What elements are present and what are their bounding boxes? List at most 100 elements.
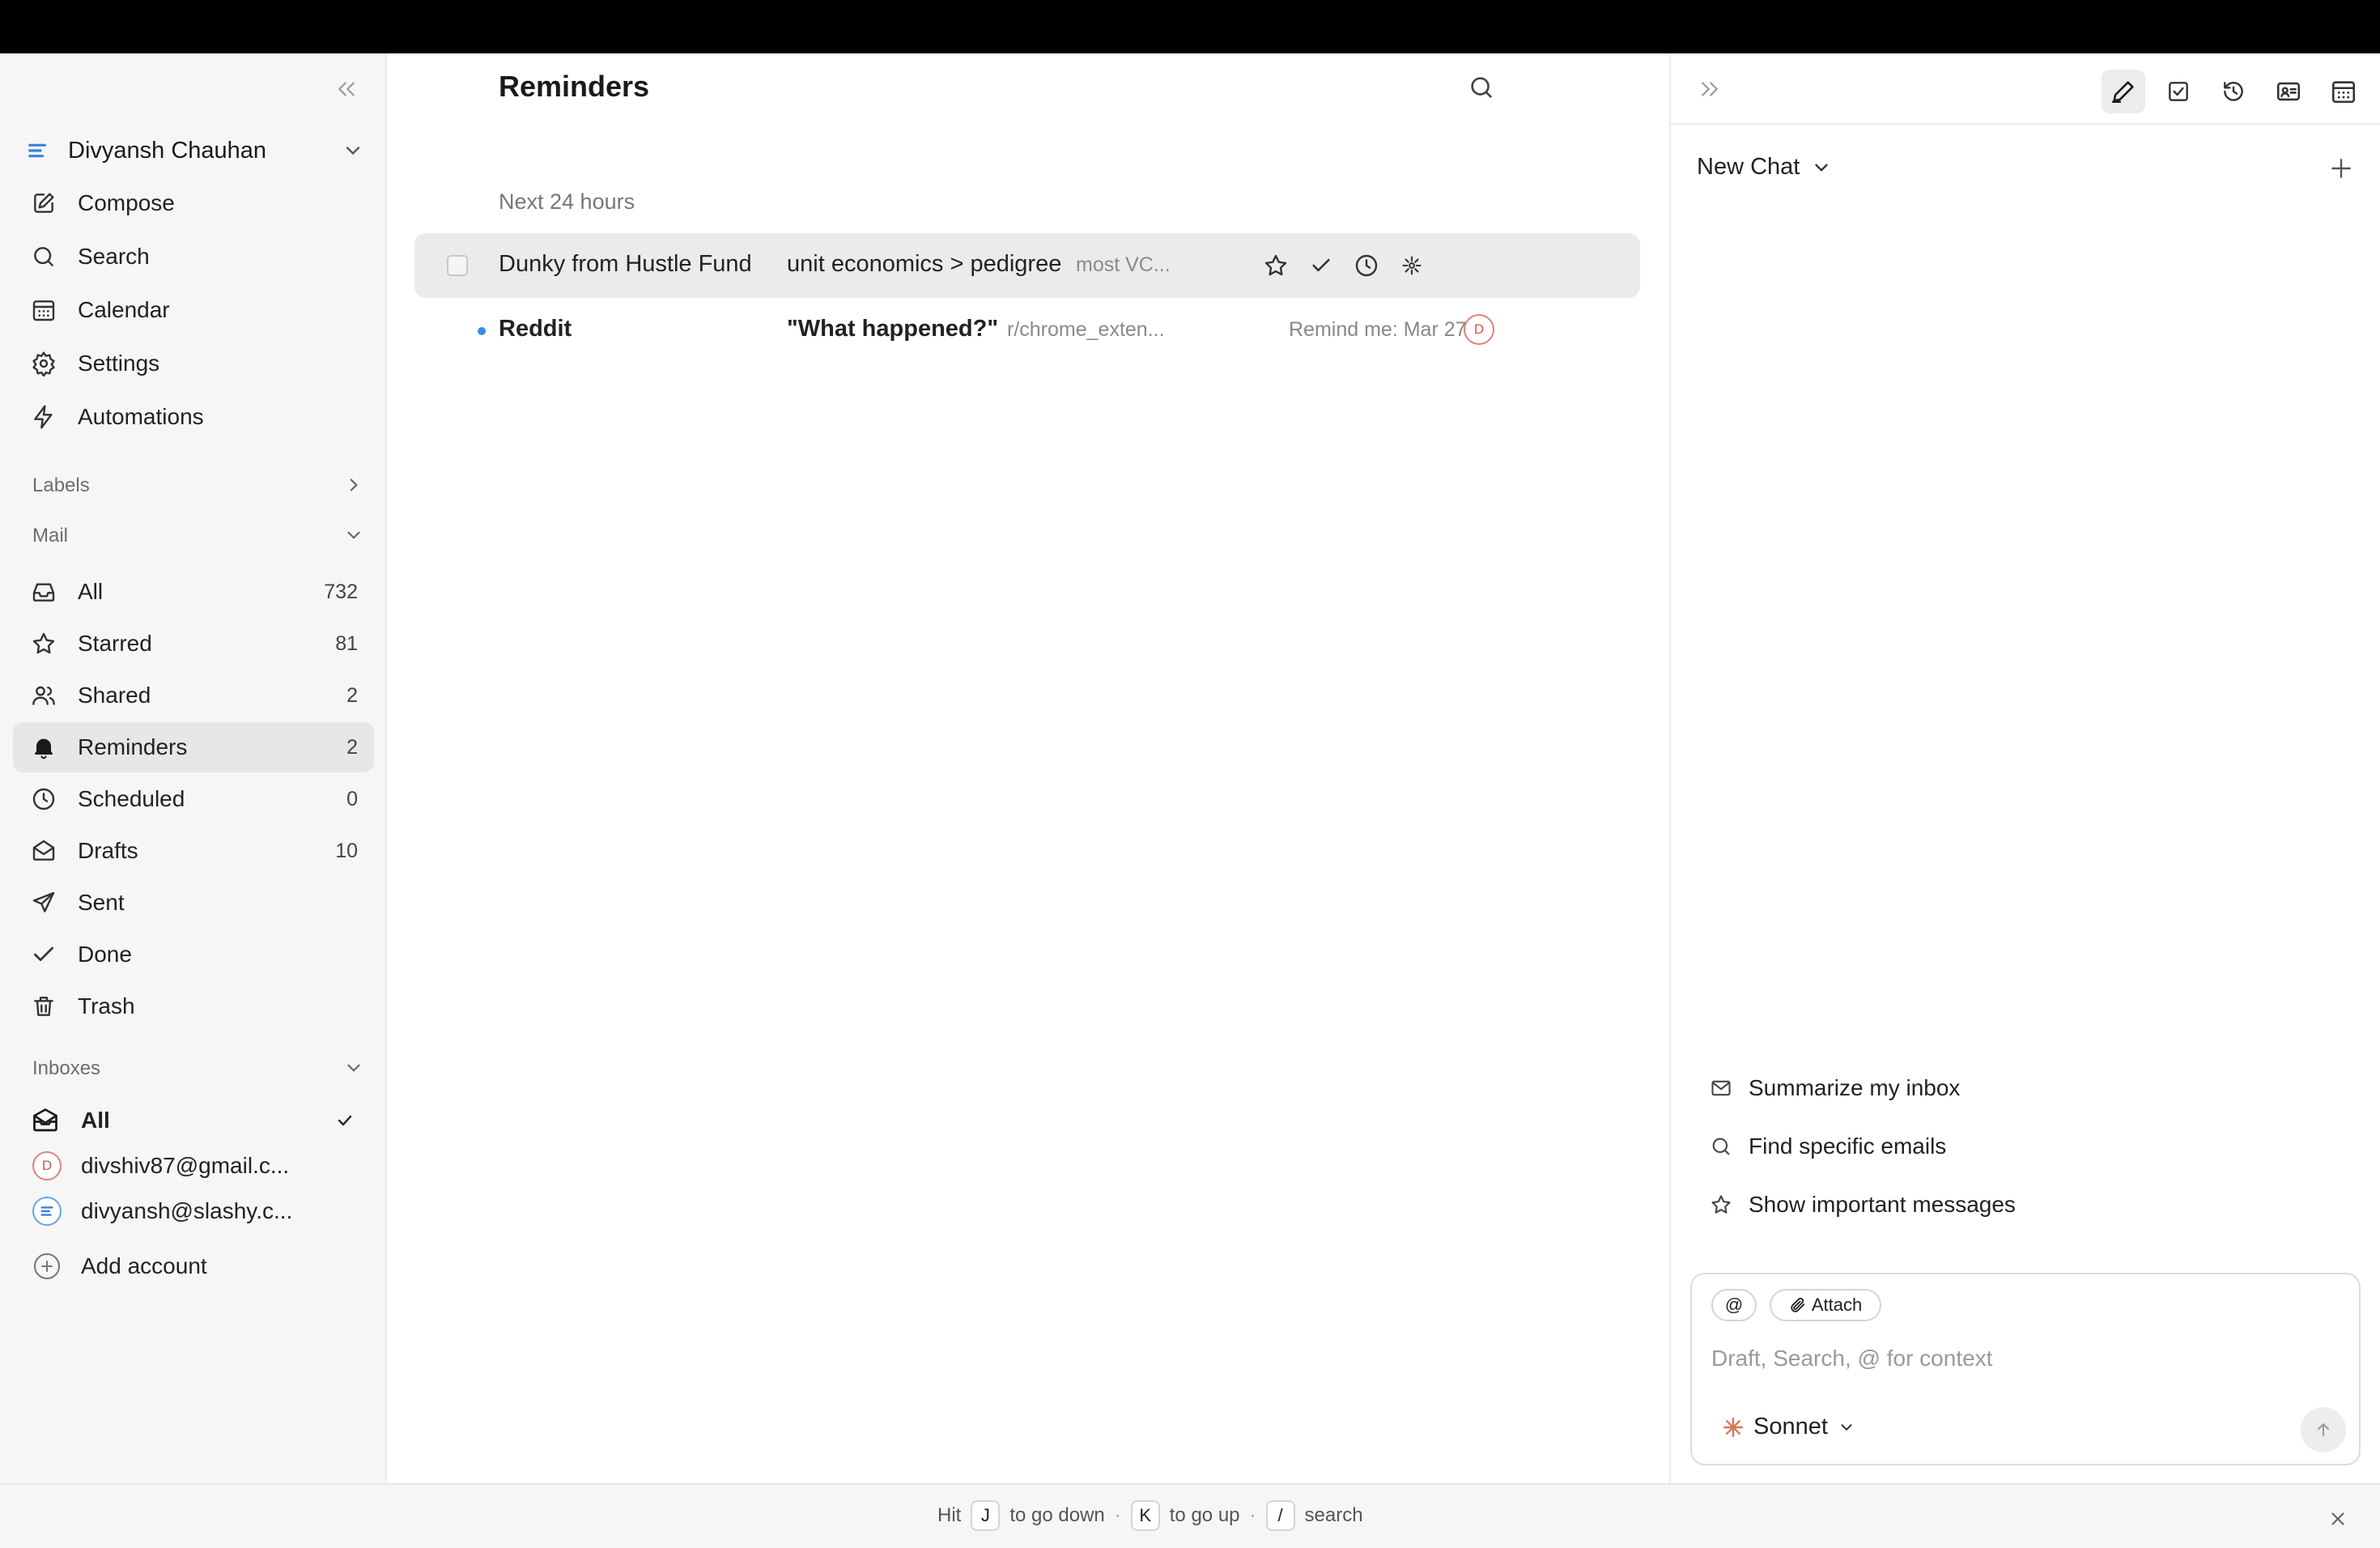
- nav-settings[interactable]: Settings: [13, 338, 374, 389]
- account-avatar: D: [32, 1151, 62, 1180]
- model-selector[interactable]: Sonnet: [1723, 1414, 1855, 1440]
- top-bar: [0, 0, 2380, 53]
- double-chevron-right-icon: [1702, 82, 1718, 96]
- mail-count: 732: [324, 580, 358, 603]
- tab-compose-ai[interactable]: [2102, 70, 2145, 113]
- group-header: Next 24 hours: [499, 189, 635, 214]
- nav-calendar[interactable]: Calendar: [13, 285, 374, 335]
- double-chevron-left-icon: [338, 82, 355, 96]
- inbox-gmail[interactable]: D divshiv87@gmail.c...: [13, 1143, 374, 1189]
- account-avatar: D: [1464, 314, 1494, 345]
- key-slash: /: [1265, 1500, 1295, 1531]
- hint-text: to go up: [1169, 1504, 1240, 1526]
- email-row[interactable]: Dunky from Hustle Fund unit economics > …: [414, 233, 1640, 298]
- compose-icon: [34, 193, 54, 213]
- nav-label: Settings: [78, 351, 160, 376]
- add-account-button[interactable]: Add account: [13, 1244, 374, 1289]
- clock-icon: [1355, 254, 1378, 277]
- tab-calendar[interactable]: [2322, 70, 2365, 113]
- select-checkbox[interactable]: [447, 255, 468, 276]
- mail-label: Shared: [78, 683, 151, 708]
- labels-section-header[interactable]: Labels: [32, 470, 364, 502]
- shortcut-hint-bar: Hit J to go down · K to go up · / search: [0, 1483, 2380, 1548]
- suggestion-find[interactable]: Find specific emails: [1710, 1127, 1946, 1166]
- separator: ·: [1249, 1504, 1256, 1526]
- slashy-logo-icon: [40, 1206, 53, 1216]
- clock-icon: [32, 788, 55, 810]
- sidebar: Divyansh Chauhan Compose Search Calendar…: [0, 53, 387, 1483]
- email-row[interactable]: Reddit "What happened?" r/chrome_exten..…: [414, 298, 1640, 363]
- nav-search[interactable]: Search: [13, 232, 374, 282]
- star-button[interactable]: [1260, 249, 1292, 282]
- key-j: J: [971, 1500, 1001, 1531]
- mail-label: Done: [78, 942, 132, 967]
- collapse-sidebar-button[interactable]: [330, 73, 363, 105]
- nav-automations[interactable]: Automations: [13, 392, 374, 442]
- nav-label: Search: [78, 244, 150, 269]
- mail-label: Reminders: [78, 734, 188, 759]
- ai-summarize-button[interactable]: [1396, 249, 1428, 282]
- suggestion-important[interactable]: Show important messages: [1710, 1185, 2016, 1224]
- mail-drafts[interactable]: Drafts 10: [13, 826, 374, 876]
- nav-label: Calendar: [78, 297, 170, 322]
- mark-done-button[interactable]: [1305, 249, 1337, 282]
- nav-compose[interactable]: Compose: [13, 178, 374, 228]
- mail-count: 2: [346, 683, 358, 707]
- inboxes-icon: [33, 1108, 57, 1132]
- inboxes-section-header[interactable]: Inboxes: [32, 1053, 364, 1085]
- account-name: Divyansh Chauhan: [68, 137, 267, 164]
- chat-input[interactable]: [1711, 1341, 2327, 1376]
- mail-section-header[interactable]: Mail: [32, 520, 364, 552]
- keyboard-hint: Hit J to go down · K to go up · / search: [937, 1499, 1363, 1532]
- tab-contacts[interactable]: [2267, 70, 2310, 113]
- checkmark-icon: [338, 1115, 352, 1126]
- chevron-down-icon: [347, 1064, 360, 1072]
- email-subject: unit economics > pedigree: [787, 251, 1062, 277]
- mail-all[interactable]: All 732: [13, 567, 374, 617]
- chat-title: New Chat: [1697, 154, 1800, 180]
- mail-shared[interactable]: Shared 2: [13, 670, 374, 721]
- mail-done[interactable]: Done: [13, 929, 374, 980]
- main-content: Reminders Next 24 hours Dunky from Hustl…: [389, 53, 1669, 1483]
- ai-panel: New Chat Summarize my inbox Find specifi…: [1669, 53, 2380, 1483]
- mail-count: 2: [346, 735, 358, 759]
- search-button[interactable]: [1464, 70, 1499, 105]
- email-snippet: most VC...: [1076, 253, 1171, 276]
- send-button[interactable]: [2301, 1407, 2346, 1452]
- search-icon: [34, 247, 53, 266]
- star-icon: [32, 632, 55, 654]
- mention-button[interactable]: @: [1711, 1289, 1757, 1321]
- tab-history[interactable]: [2212, 70, 2255, 113]
- attach-button[interactable]: Attach: [1770, 1289, 1881, 1321]
- close-hint-button[interactable]: [2322, 1503, 2354, 1535]
- mail-trash[interactable]: Trash: [13, 981, 374, 1031]
- inboxes-header-text: Inboxes: [32, 1057, 101, 1079]
- ai-panel-toolbar: [1671, 53, 2380, 125]
- mail-starred[interactable]: Starred 81: [13, 619, 374, 669]
- email-subject: "What happened?": [787, 316, 999, 342]
- tab-tasks[interactable]: [2157, 70, 2200, 113]
- remind-button[interactable]: [1350, 249, 1383, 282]
- star-icon: [1264, 254, 1287, 276]
- inbox-label: divshiv87@gmail.c...: [81, 1153, 290, 1178]
- collapse-panel-button[interactable]: [1694, 73, 1726, 105]
- email-snippet: r/chrome_exten...: [1007, 318, 1165, 341]
- paperclip-icon: [1791, 1297, 1805, 1312]
- account-switcher[interactable]: Divyansh Chauhan: [24, 130, 364, 172]
- mail-scheduled[interactable]: Scheduled 0: [13, 774, 374, 824]
- add-account-label: Add account: [81, 1253, 207, 1278]
- new-chat-button[interactable]: [2323, 151, 2359, 186]
- suggestion-summarize[interactable]: Summarize my inbox: [1710, 1069, 1960, 1108]
- inbox-slashy[interactable]: divyansh@slashy.c...: [13, 1189, 374, 1234]
- chevron-down-icon: [1841, 1423, 1852, 1431]
- mail-label: Drafts: [78, 838, 138, 863]
- mail-count: 81: [335, 632, 358, 655]
- suggestion-label: Find specific emails: [1749, 1133, 1947, 1159]
- inbox-all[interactable]: All: [13, 1098, 374, 1143]
- mail-sent[interactable]: Sent: [13, 878, 374, 928]
- mail-count: 0: [346, 787, 358, 810]
- chat-selector[interactable]: New Chat: [1697, 154, 1832, 181]
- send-icon: [32, 891, 55, 912]
- mail-reminders[interactable]: Reminders 2: [13, 722, 374, 772]
- labels-header-text: Labels: [32, 474, 90, 496]
